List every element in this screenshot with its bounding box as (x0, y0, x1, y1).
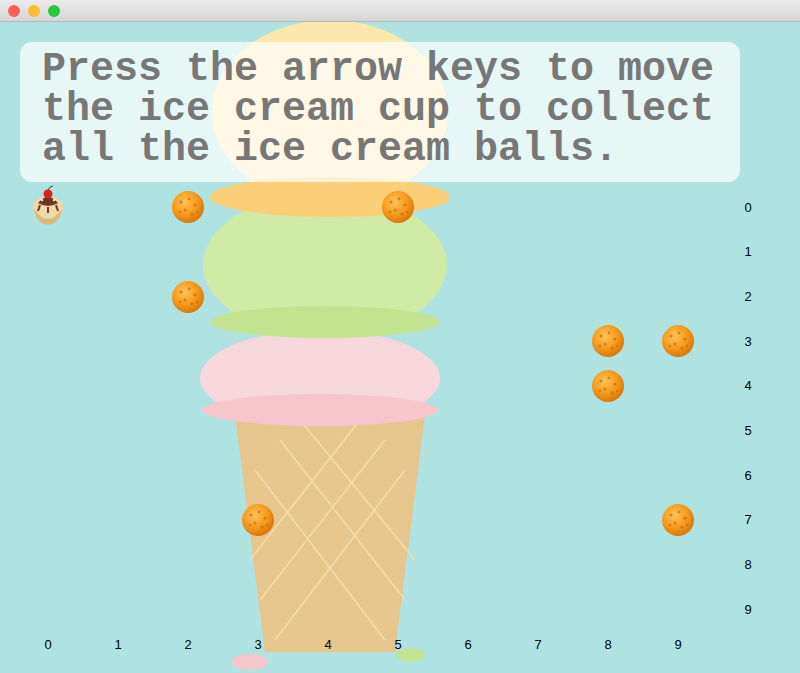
column-label: 5 (394, 637, 401, 652)
column-label: 9 (674, 637, 681, 652)
zoom-button[interactable] (48, 5, 60, 17)
ice-cream-ball-icon (381, 190, 415, 224)
column-label: 7 (534, 637, 541, 652)
column-label: 0 (44, 637, 51, 652)
row-label: 5 (744, 423, 751, 438)
row-label: 3 (744, 334, 751, 349)
row-label: 0 (744, 200, 751, 215)
minimize-button[interactable] (28, 5, 40, 17)
column-label: 4 (324, 637, 331, 652)
ice-cream-ball-icon (171, 280, 205, 314)
row-label: 7 (744, 512, 751, 527)
column-label: 6 (464, 637, 471, 652)
ice-cream-cup-icon[interactable] (26, 185, 70, 229)
ice-cream-ball-icon (241, 503, 275, 537)
column-label: 8 (604, 637, 611, 652)
row-label: 6 (744, 468, 751, 483)
game-window: Press the arrow keys to move the ice cre… (0, 0, 800, 673)
row-label: 1 (744, 244, 751, 259)
close-button[interactable] (8, 5, 20, 17)
row-label: 2 (744, 289, 751, 304)
row-label: 8 (744, 557, 751, 572)
instructions-text: Press the arrow keys to move the ice cre… (42, 50, 722, 170)
column-label: 2 (184, 637, 191, 652)
ice-cream-ball-icon (591, 369, 625, 403)
ice-cream-ball-icon (661, 503, 695, 537)
instructions-panel: Press the arrow keys to move the ice cre… (20, 42, 740, 182)
column-label: 3 (254, 637, 261, 652)
game-board: 0 1 2 3 4 5 6 7 8 9 0 1 2 3 4 5 6 7 8 9 (13, 185, 800, 658)
title-bar (0, 0, 800, 22)
game-stage: Press the arrow keys to move the ice cre… (0, 22, 800, 673)
column-label: 1 (114, 637, 121, 652)
row-label: 9 (744, 602, 751, 617)
ice-cream-ball-icon (661, 324, 695, 358)
ice-cream-ball-icon (171, 190, 205, 224)
ice-cream-ball-icon (591, 324, 625, 358)
row-label: 4 (744, 378, 751, 393)
